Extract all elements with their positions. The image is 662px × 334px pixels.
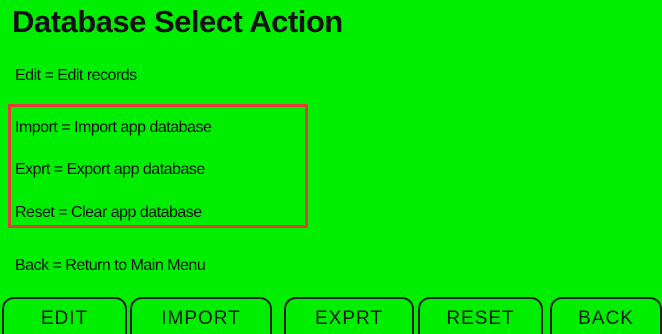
- edit-button[interactable]: EDIT: [2, 297, 127, 334]
- back-button[interactable]: BACK: [550, 297, 662, 334]
- help-line-import: Import = Import app database: [15, 119, 212, 136]
- screen-title: Database Select Action: [12, 4, 343, 39]
- help-line-edit: Edit = Edit records: [15, 67, 137, 84]
- import-button[interactable]: IMPORT: [130, 297, 272, 334]
- reset-button[interactable]: RESET: [418, 297, 543, 334]
- export-button[interactable]: EXPRT: [284, 297, 414, 334]
- help-line-export: Exprt = Export app database: [15, 161, 205, 178]
- help-line-reset: Reset = Clear app database: [15, 204, 202, 221]
- help-line-back: Back = Return to Main Menu: [15, 257, 206, 274]
